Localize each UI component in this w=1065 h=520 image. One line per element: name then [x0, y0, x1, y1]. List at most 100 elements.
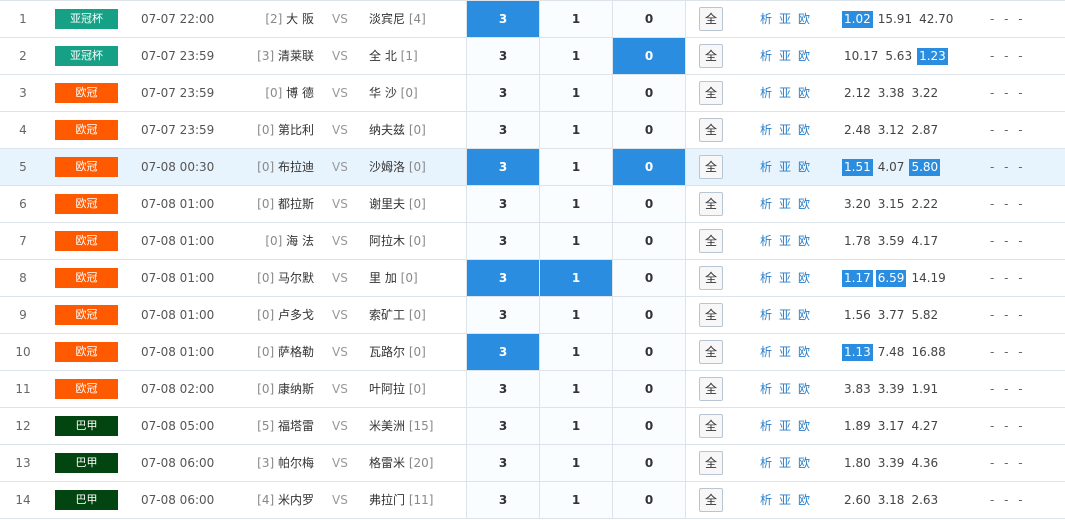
away-team[interactable]: 阿拉木 [0] [369, 223, 465, 259]
select-draw[interactable]: 1 [539, 38, 612, 74]
select-all-button[interactable]: 全 [699, 81, 723, 105]
euro-odds-link[interactable]: 欧 [798, 123, 810, 137]
analysis-link[interactable]: 析 [760, 197, 772, 211]
analysis-link[interactable]: 析 [760, 49, 772, 63]
league-badge[interactable]: 亚冠杯 [55, 9, 118, 29]
select-all-button[interactable]: 全 [699, 303, 723, 327]
analysis-link[interactable]: 析 [760, 456, 772, 470]
away-team[interactable]: 全 北 [1] [369, 38, 465, 74]
home-team[interactable]: [0] 萨格勒 [200, 334, 314, 370]
euro-odds-link[interactable]: 欧 [798, 271, 810, 285]
away-team[interactable]: 纳夫兹 [0] [369, 112, 465, 148]
away-team[interactable]: 华 沙 [0] [369, 75, 465, 111]
select-draw[interactable]: 1 [539, 445, 612, 481]
euro-odds-link[interactable]: 欧 [798, 308, 810, 322]
select-win[interactable]: 3 [466, 38, 539, 74]
euro-odds-link[interactable]: 欧 [798, 456, 810, 470]
select-all-button[interactable]: 全 [699, 155, 723, 179]
select-lose[interactable]: 0 [612, 1, 686, 37]
select-win[interactable]: 3 [466, 1, 539, 37]
home-team[interactable]: [3] 清莱联 [200, 38, 314, 74]
league-badge[interactable]: 欧冠 [55, 342, 118, 362]
select-lose[interactable]: 0 [612, 408, 686, 444]
asian-odds-link[interactable]: 亚 [779, 86, 791, 100]
asian-odds-link[interactable]: 亚 [779, 456, 791, 470]
home-team[interactable]: [0] 康纳斯 [200, 371, 314, 407]
away-team[interactable]: 瓦路尔 [0] [369, 334, 465, 370]
home-team[interactable]: [0] 卢多戈 [200, 297, 314, 333]
away-team[interactable]: 谢里夫 [0] [369, 186, 465, 222]
select-all-button[interactable]: 全 [699, 229, 723, 253]
select-all-button[interactable]: 全 [699, 377, 723, 401]
select-draw[interactable]: 1 [539, 112, 612, 148]
league-badge[interactable]: 欧冠 [55, 194, 118, 214]
select-draw[interactable]: 1 [539, 186, 612, 222]
asian-odds-link[interactable]: 亚 [779, 123, 791, 137]
home-team[interactable]: [0] 博 德 [200, 75, 314, 111]
analysis-link[interactable]: 析 [760, 271, 772, 285]
analysis-link[interactable]: 析 [760, 493, 772, 507]
euro-odds-link[interactable]: 欧 [798, 345, 810, 359]
select-all-button[interactable]: 全 [699, 451, 723, 475]
select-all-button[interactable]: 全 [699, 414, 723, 438]
select-lose[interactable]: 0 [612, 445, 686, 481]
asian-odds-link[interactable]: 亚 [779, 160, 791, 174]
asian-odds-link[interactable]: 亚 [779, 493, 791, 507]
select-draw[interactable]: 1 [539, 223, 612, 259]
select-all-button[interactable]: 全 [699, 488, 723, 512]
select-draw[interactable]: 1 [539, 1, 612, 37]
select-win[interactable]: 3 [466, 223, 539, 259]
select-win[interactable]: 3 [466, 371, 539, 407]
select-draw[interactable]: 1 [539, 371, 612, 407]
away-team[interactable]: 米美洲 [15] [369, 408, 465, 444]
home-team[interactable]: [0] 第比利 [200, 112, 314, 148]
select-lose[interactable]: 0 [612, 334, 686, 370]
analysis-link[interactable]: 析 [760, 234, 772, 248]
select-all-button[interactable]: 全 [699, 44, 723, 68]
select-all-button[interactable]: 全 [699, 266, 723, 290]
select-lose[interactable]: 0 [612, 75, 686, 111]
league-badge[interactable]: 欧冠 [55, 379, 118, 399]
home-team[interactable]: [0] 海 法 [200, 223, 314, 259]
euro-odds-link[interactable]: 欧 [798, 12, 810, 26]
select-lose[interactable]: 0 [612, 149, 686, 185]
home-team[interactable]: [2] 大 阪 [200, 1, 314, 37]
select-lose[interactable]: 0 [612, 223, 686, 259]
analysis-link[interactable]: 析 [760, 86, 772, 100]
home-team[interactable]: [3] 帕尔梅 [200, 445, 314, 481]
away-team[interactable]: 索矿工 [0] [369, 297, 465, 333]
select-draw[interactable]: 1 [539, 75, 612, 111]
home-team[interactable]: [4] 米内罗 [200, 482, 314, 518]
euro-odds-link[interactable]: 欧 [798, 419, 810, 433]
euro-odds-link[interactable]: 欧 [798, 86, 810, 100]
select-win[interactable]: 3 [466, 408, 539, 444]
select-draw[interactable]: 1 [539, 482, 612, 518]
asian-odds-link[interactable]: 亚 [779, 382, 791, 396]
select-win[interactable]: 3 [466, 482, 539, 518]
league-badge[interactable]: 欧冠 [55, 120, 118, 140]
select-win[interactable]: 3 [466, 112, 539, 148]
select-draw[interactable]: 1 [539, 260, 612, 296]
select-win[interactable]: 3 [466, 445, 539, 481]
asian-odds-link[interactable]: 亚 [779, 419, 791, 433]
league-badge[interactable]: 巴甲 [55, 490, 118, 510]
select-all-button[interactable]: 全 [699, 118, 723, 142]
home-team[interactable]: [5] 福塔雷 [200, 408, 314, 444]
select-all-button[interactable]: 全 [699, 7, 723, 31]
asian-odds-link[interactable]: 亚 [779, 345, 791, 359]
league-badge[interactable]: 巴甲 [55, 453, 118, 473]
euro-odds-link[interactable]: 欧 [798, 493, 810, 507]
analysis-link[interactable]: 析 [760, 123, 772, 137]
league-badge[interactable]: 欧冠 [55, 268, 118, 288]
select-win[interactable]: 3 [466, 149, 539, 185]
select-lose[interactable]: 0 [612, 260, 686, 296]
analysis-link[interactable]: 析 [760, 345, 772, 359]
select-draw[interactable]: 1 [539, 334, 612, 370]
asian-odds-link[interactable]: 亚 [779, 12, 791, 26]
league-badge[interactable]: 欧冠 [55, 83, 118, 103]
select-draw[interactable]: 1 [539, 297, 612, 333]
away-team[interactable]: 弗拉门 [11] [369, 482, 465, 518]
euro-odds-link[interactable]: 欧 [798, 49, 810, 63]
euro-odds-link[interactable]: 欧 [798, 160, 810, 174]
select-lose[interactable]: 0 [612, 482, 686, 518]
